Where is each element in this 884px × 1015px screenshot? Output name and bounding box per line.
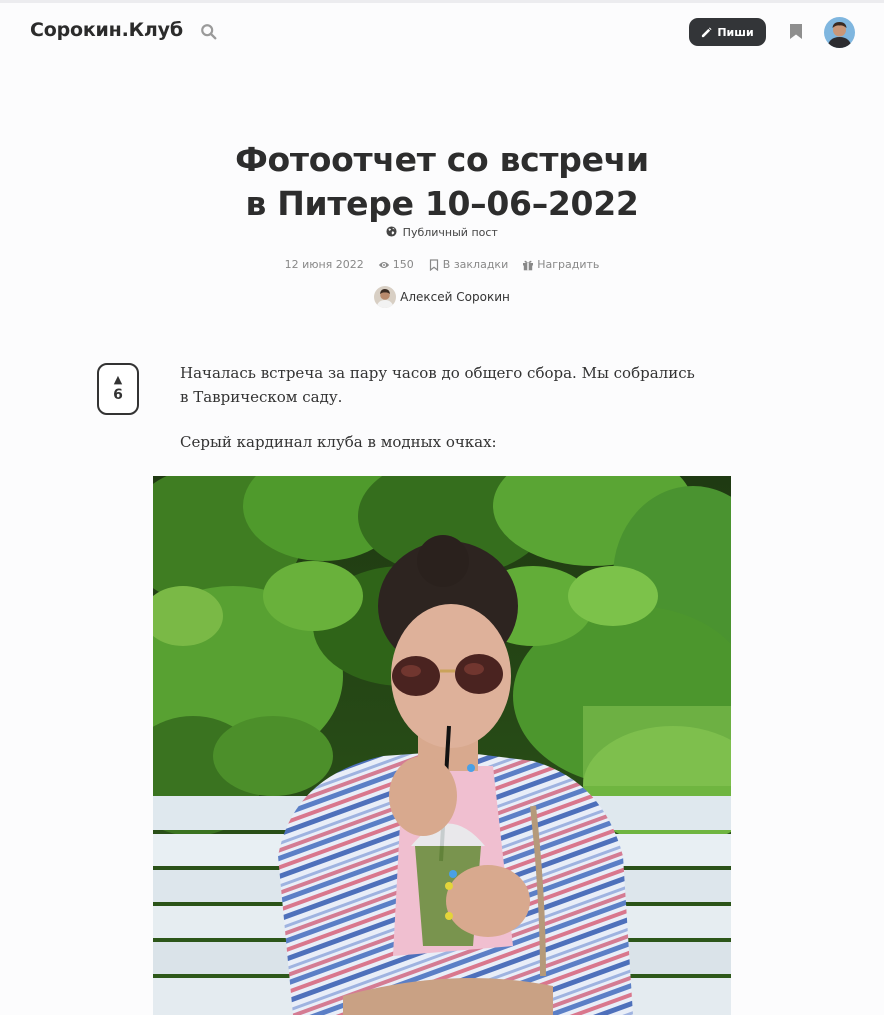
user-avatar[interactable] (824, 17, 855, 48)
eye-icon (378, 261, 389, 268)
bookmark-outline-icon (429, 258, 438, 271)
author-avatar (374, 286, 397, 308)
write-button-label: Пиши (717, 25, 754, 39)
write-post-button[interactable]: Пиши (689, 18, 766, 46)
post-views: 150 (378, 258, 414, 271)
views-count: 150 (392, 258, 414, 271)
upvote-count: 6 (113, 387, 123, 403)
bookmark-post-button[interactable]: В закладки (428, 258, 508, 271)
post-author[interactable]: Алексей Сорокин (0, 286, 884, 308)
author-name: Алексей Сорокин (400, 290, 510, 304)
pencil-icon (702, 26, 712, 37)
post-meta: 12 июня 2022 150 В закладки Наградить (0, 258, 884, 271)
bookmark-label: В закладки (442, 258, 509, 271)
search-icon[interactable] (200, 23, 218, 41)
gift-icon (523, 260, 534, 270)
post-visibility: Публичный пост (0, 226, 884, 239)
site-logo[interactable]: Сорокин.Клуб (30, 19, 183, 41)
site-header: Сорокин.Клуб Пиши (0, 3, 884, 61)
post-paragraph: Началась встреча за пару часов до общего… (180, 364, 695, 406)
post-title: Фотоотчет со встречи в Питере 10–06–2022 (142, 138, 742, 226)
photo-illustration (153, 476, 731, 1015)
post-paragraph: Серый кардинал клуба в модных очках: (180, 433, 497, 451)
reward-button[interactable]: Наградить (522, 258, 599, 271)
upvote-button[interactable]: ▲ 6 (97, 363, 139, 415)
upvote-arrow-icon: ▲ (113, 373, 123, 386)
post-title-line-1: Фотоотчет со встречи (235, 140, 649, 179)
post-title-line-2: в Питере 10–06–2022 (245, 184, 639, 223)
reward-label: Наградить (537, 258, 600, 271)
globe-icon (386, 226, 397, 237)
visibility-label: Публичный пост (402, 226, 498, 239)
post-photo[interactable] (153, 476, 731, 1015)
post-date: 12 июня 2022 (284, 258, 364, 271)
bookmark-icon[interactable] (789, 23, 803, 40)
